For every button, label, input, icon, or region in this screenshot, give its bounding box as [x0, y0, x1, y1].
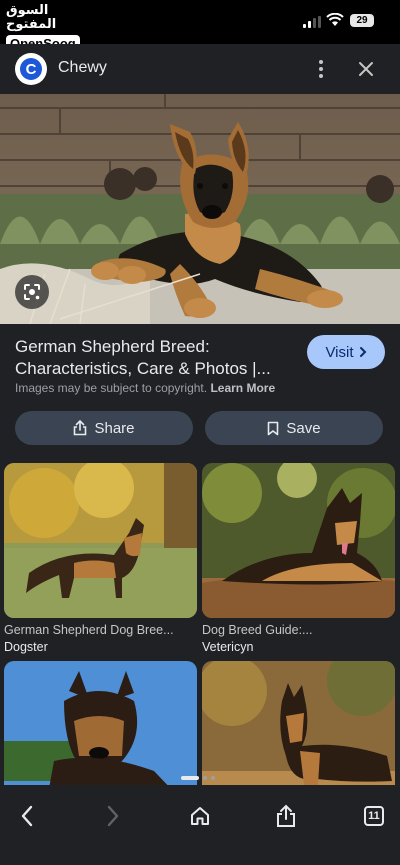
related-image-card[interactable]: Dog Breed Guide:... Vetericyn [202, 463, 395, 654]
result-title[interactable]: German Shepherd Breed: Characteristics, … [15, 336, 300, 380]
learn-more-link[interactable]: Learn More [210, 381, 275, 395]
copyright-notice: Images may be subject to copyright. Lear… [15, 381, 275, 395]
share-page-button[interactable] [272, 802, 300, 830]
signal-icon [303, 16, 321, 28]
save-button[interactable]: Save [205, 411, 383, 445]
tab-count: 11 [364, 806, 384, 826]
chevron-right-icon [107, 805, 119, 827]
site-logo-letter: C [20, 58, 42, 80]
german-shepherd-puppy-photo [0, 94, 400, 324]
more-options-icon[interactable] [310, 58, 332, 80]
viewer-header: C Chewy [0, 44, 400, 94]
home-icon [191, 807, 209, 825]
tabs-button[interactable]: 11 [360, 802, 388, 830]
visit-button[interactable]: Visit [307, 335, 385, 369]
page-indicator [181, 776, 215, 780]
bookmark-icon [268, 421, 279, 435]
share-icon [277, 804, 295, 827]
copyright-text: Images may be subject to copyright. [15, 381, 208, 395]
back-button[interactable] [13, 802, 41, 830]
watermark-arabic: السوق المفتوح [6, 3, 57, 32]
related-source: Dogster [4, 640, 48, 654]
related-source: Vetericyn [202, 640, 254, 654]
site-logo[interactable]: C [15, 53, 47, 85]
browser-toolbar: 11 [0, 785, 400, 865]
site-name[interactable]: Chewy [58, 59, 107, 77]
related-image-card[interactable]: German Shepherd Dog Bree... Dogster [4, 463, 197, 654]
wifi-icon [326, 13, 344, 26]
main-image[interactable] [0, 94, 400, 324]
related-caption: German Shepherd Dog Bree... [4, 623, 174, 637]
close-icon[interactable] [356, 59, 376, 79]
visit-label: Visit [325, 343, 354, 361]
share-button[interactable]: Share [15, 411, 193, 445]
related-thumbnail [202, 463, 395, 618]
chevron-left-icon [21, 805, 33, 827]
battery-indicator: 29 [350, 14, 374, 27]
related-thumbnail [4, 463, 197, 618]
share-icon [74, 420, 87, 436]
chevron-right-icon [359, 347, 366, 357]
home-button[interactable] [186, 802, 214, 830]
save-label: Save [286, 419, 321, 437]
status-bar: السوق المفتوح OpenSooq 29 [0, 0, 400, 52]
lens-icon [24, 284, 40, 300]
google-lens-button[interactable] [15, 275, 49, 309]
related-caption: Dog Breed Guide:... [202, 623, 313, 637]
share-label: Share [94, 419, 135, 437]
forward-button[interactable] [99, 802, 127, 830]
